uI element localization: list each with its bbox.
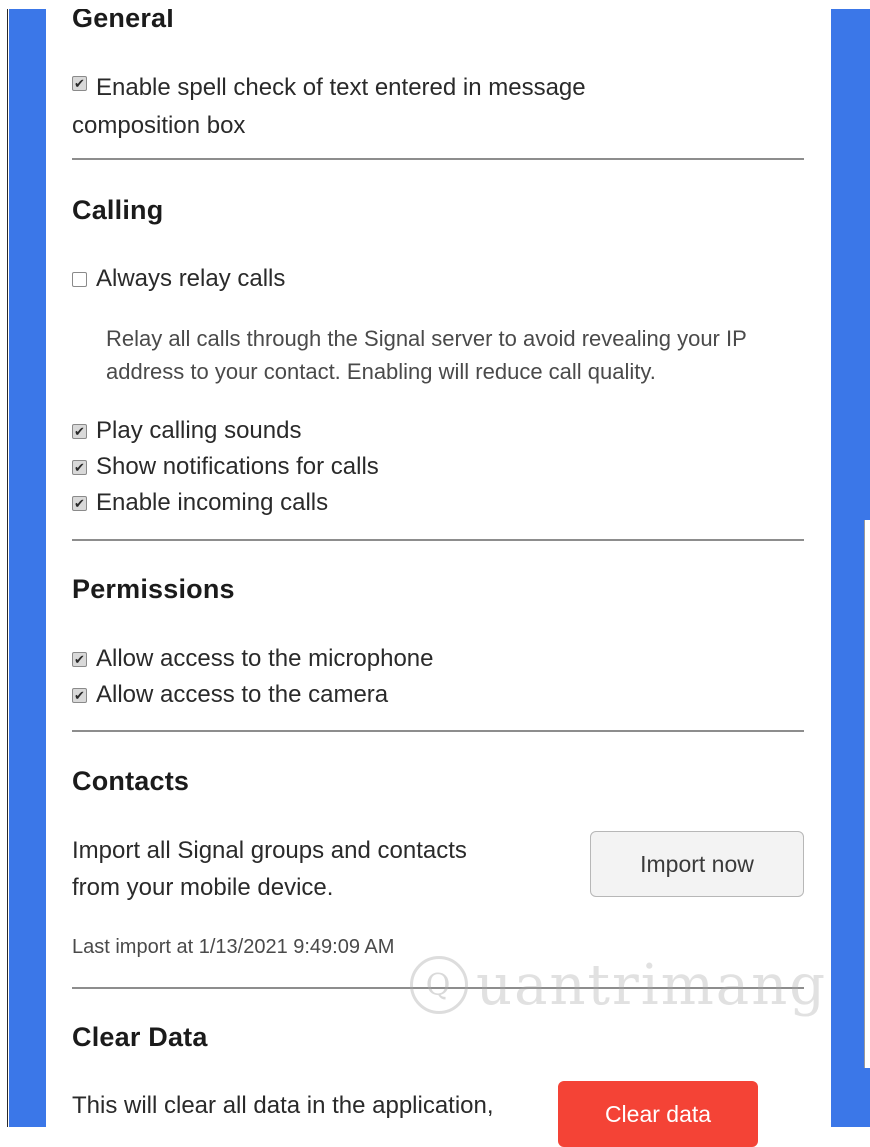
camera-checkbox[interactable]: ✔ <box>72 688 87 703</box>
camera-label: Allow access to the camera <box>96 681 389 708</box>
watermark: Q uantrimang <box>410 945 840 1025</box>
watermark-text: uantrimang <box>476 952 828 1018</box>
divider <box>72 730 804 732</box>
background-left <box>9 9 46 1127</box>
check-icon: ✔ <box>74 496 85 511</box>
check-icon: ✔ <box>74 460 85 475</box>
divider <box>72 539 804 541</box>
show-notifications-option[interactable]: ✔ Show notifications for calls <box>72 453 379 481</box>
check-icon: ✔ <box>74 688 85 703</box>
always-relay-checkbox[interactable] <box>72 272 87 287</box>
clear-data-description: This will clear all data in the applicat… <box>72 1092 494 1119</box>
divider <box>72 158 804 160</box>
clear-data-heading: Clear Data <box>72 1022 208 1052</box>
microphone-option[interactable]: ✔ Allow access to the microphone <box>72 645 434 673</box>
contacts-heading: Contacts <box>72 766 190 796</box>
play-sounds-label: Play calling sounds <box>96 417 302 444</box>
watermark-logo-icon: Q <box>410 956 468 1014</box>
general-heading: General <box>72 9 174 33</box>
window-left-edge <box>0 9 8 1127</box>
always-relay-option[interactable]: Always relay calls <box>72 265 285 293</box>
check-icon: ✔ <box>74 652 85 667</box>
clear-data-button[interactable]: Clear data <box>558 1081 758 1147</box>
window-top-edge <box>0 0 870 9</box>
spellcheck-checkbox[interactable]: ✔ <box>72 76 87 91</box>
incoming-calls-label: Enable incoming calls <box>96 489 329 516</box>
incoming-calls-option[interactable]: ✔ Enable incoming calls <box>72 489 328 517</box>
last-import-text: Last import at 1/13/2021 9:49:09 AM <box>72 936 395 958</box>
microphone-label: Allow access to the microphone <box>96 645 434 672</box>
import-description: Import all Signal groups and contacts fr… <box>72 837 467 901</box>
microphone-checkbox[interactable]: ✔ <box>72 652 87 667</box>
always-relay-label: Always relay calls <box>96 265 286 292</box>
calling-heading: Calling <box>72 195 164 225</box>
spellcheck-label: Enable spell check of text entered in me… <box>72 74 586 139</box>
camera-option[interactable]: ✔ Allow access to the camera <box>72 681 388 709</box>
show-notifications-label: Show notifications for calls <box>96 453 379 480</box>
play-sounds-option[interactable]: ✔ Play calling sounds <box>72 417 301 445</box>
relay-description: Relay all calls through the Signal serve… <box>106 326 747 384</box>
check-icon: ✔ <box>74 76 85 91</box>
import-now-button[interactable]: Import now <box>590 831 804 897</box>
check-icon: ✔ <box>74 424 85 439</box>
incoming-calls-checkbox[interactable]: ✔ <box>72 496 87 511</box>
play-sounds-checkbox[interactable]: ✔ <box>72 424 87 439</box>
spellcheck-option[interactable]: ✔ Enable spell check of text entered in … <box>72 69 586 145</box>
permissions-heading: Permissions <box>72 574 235 604</box>
scrollbar-track[interactable] <box>864 520 870 1068</box>
show-notifications-checkbox[interactable]: ✔ <box>72 460 87 475</box>
